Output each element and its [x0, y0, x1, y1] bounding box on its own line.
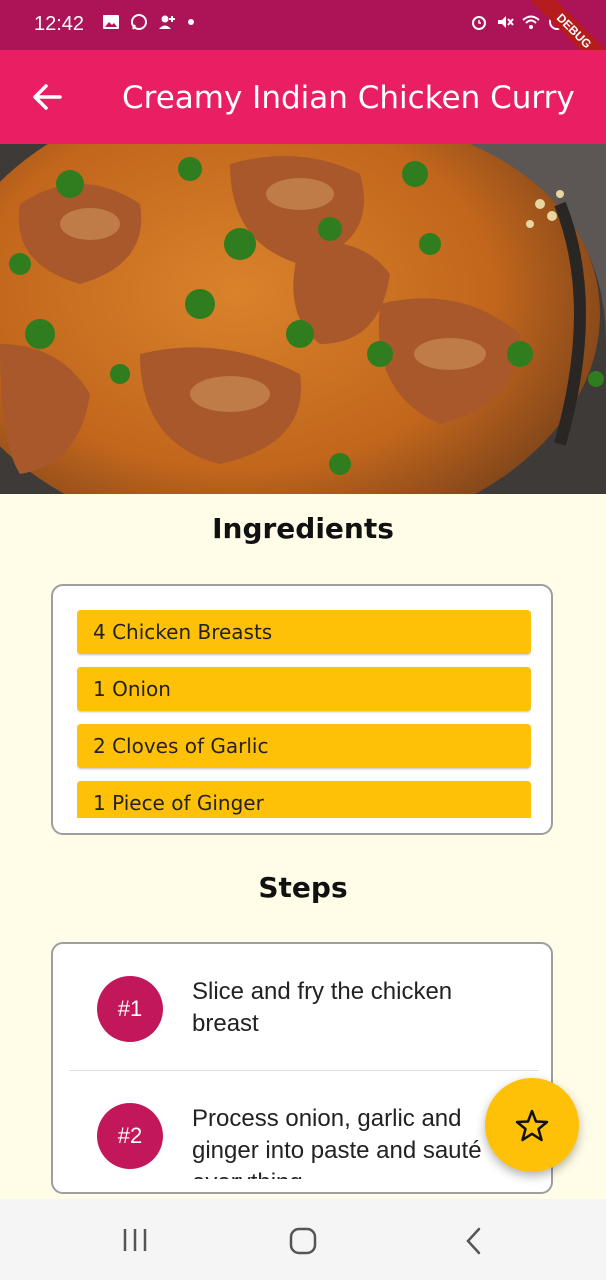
status-time: 12:42: [34, 13, 85, 35]
ingredient-item: 4 Chicken Breasts: [77, 610, 531, 654]
step-row[interactable]: #2 Process onion, garlic and ginger into…: [69, 1071, 539, 1192]
step-number-badge: #1: [97, 976, 163, 1042]
ingredient-item: 2 Cloves of Garlic: [77, 724, 531, 768]
mute-icon: [498, 16, 514, 28]
status-left-icons: [102, 13, 196, 31]
ingredients-card[interactable]: 4 Chicken Breasts 1 Onion 2 Cloves of Ga…: [51, 584, 553, 835]
dot-icon: [188, 19, 194, 25]
app-bar: Creamy Indian Chicken Curry: [0, 50, 606, 144]
step-text: Process onion, garlic and ginger into pa…: [192, 1105, 482, 1179]
recipe-image: [0, 144, 606, 494]
ingredient-item: 1 Onion: [77, 667, 531, 711]
step-number-badge: #2: [97, 1103, 163, 1169]
star-outline-icon: [515, 1109, 549, 1142]
step-text: Slice and fry the chicken breast: [192, 978, 453, 1037]
step-row[interactable]: #1 Slice and fry the chicken breast: [69, 944, 539, 1071]
steps-card[interactable]: #1 Slice and fry the chicken breast #2 P…: [51, 942, 553, 1194]
recent-apps-icon[interactable]: [120, 1227, 150, 1253]
ingredients-list[interactable]: 4 Chicken Breasts 1 Onion 2 Cloves of Ga…: [77, 610, 531, 818]
page-title: Creamy Indian Chicken Curry: [122, 80, 575, 116]
ingredient-item: 1 Piece of Ginger: [77, 781, 531, 818]
alarm-icon: [472, 16, 486, 30]
navigation-bar: [0, 1199, 606, 1280]
steps-title: Steps: [258, 871, 348, 904]
status-bar: 12:42 DEBUG: [0, 0, 606, 80]
wifi-icon: [522, 15, 540, 29]
ingredients-title: Ingredients: [212, 512, 394, 545]
image-icon: [103, 15, 119, 29]
favorite-button[interactable]: [485, 1078, 579, 1172]
whatsapp-icon: [131, 14, 147, 30]
back-nav-icon[interactable]: [460, 1226, 490, 1256]
curry-photo: [0, 144, 606, 494]
home-icon[interactable]: [288, 1226, 318, 1256]
arrow-back-icon[interactable]: [30, 80, 64, 114]
add-person-icon: [159, 15, 175, 29]
